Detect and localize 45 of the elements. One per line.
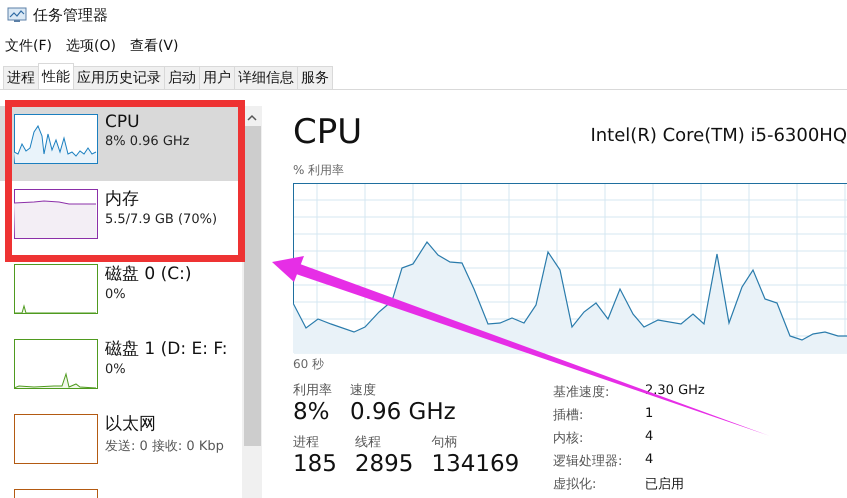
tab[interactable]: 应用历史记录 [73,66,165,89]
tab[interactable]: 进程 [3,66,39,89]
resource-item[interactable]: 磁盘 0 (C:) 0% [0,256,242,331]
stat-label: 线程 [354,434,382,451]
spec-label: 插槽: [553,407,584,424]
usage-graph-icon [14,264,98,314]
chart-label: % 利用率 [293,162,346,179]
monitor-chart-icon [7,7,27,23]
menu-item[interactable]: 选项(O) [66,37,116,55]
processor-model: Intel(R) Core(TM) i5-6300HQ [590,124,847,146]
resource-title: CPU [293,112,362,152]
window-title: 任务管理器 [33,6,108,24]
spec-label: 虚拟化: [553,476,598,493]
tab[interactable]: 服务 [297,66,333,89]
resource-item[interactable]: 磁盘 1 (D: E: F: 0% [0,331,242,406]
stat-value: 2895 [354,451,414,477]
usage-graph-icon [14,114,98,164]
spec-value: 1 [645,406,654,423]
stat-label: 速度 [350,382,377,399]
spec-label: 基准速度: [553,384,610,401]
spec-value: 4 [645,429,654,446]
spec-label: 内核: [553,430,584,447]
tab[interactable]: 用户 [199,66,235,89]
spec-value: 4 [645,452,654,469]
resource-item[interactable]: 内存 5.5/7.9 GB (70%) [0,181,242,256]
menu-item[interactable]: 查看(V) [130,37,178,55]
stat-label: 利用率 [293,382,332,399]
tab[interactable]: 启动 [164,66,200,89]
time-label: 60 秒 [293,356,326,373]
tab[interactable]: 详细信息 [234,66,298,89]
usage-graph-icon [14,339,98,389]
scrollbar[interactable] [242,106,262,498]
caret-up-icon[interactable] [247,114,257,122]
stat-label: 句柄 [431,434,458,451]
stat-value: 134169 [431,451,520,477]
menu-item[interactable]: 文件(F) [5,37,52,55]
usage-graph-icon [14,414,98,464]
stat-value: 185 [293,451,337,477]
stat-label: 进程 [293,434,320,451]
stat-value: 0.96 GHz [350,399,456,425]
spec-value: 已启用 [645,476,685,493]
usage-graph-icon [14,189,98,239]
stat-value: 8% [293,399,330,425]
spec-label: 逻辑处理器: [553,453,624,470]
resource-item[interactable]: 以太网 发送: 0 接收: 0 Kbp [0,406,242,481]
